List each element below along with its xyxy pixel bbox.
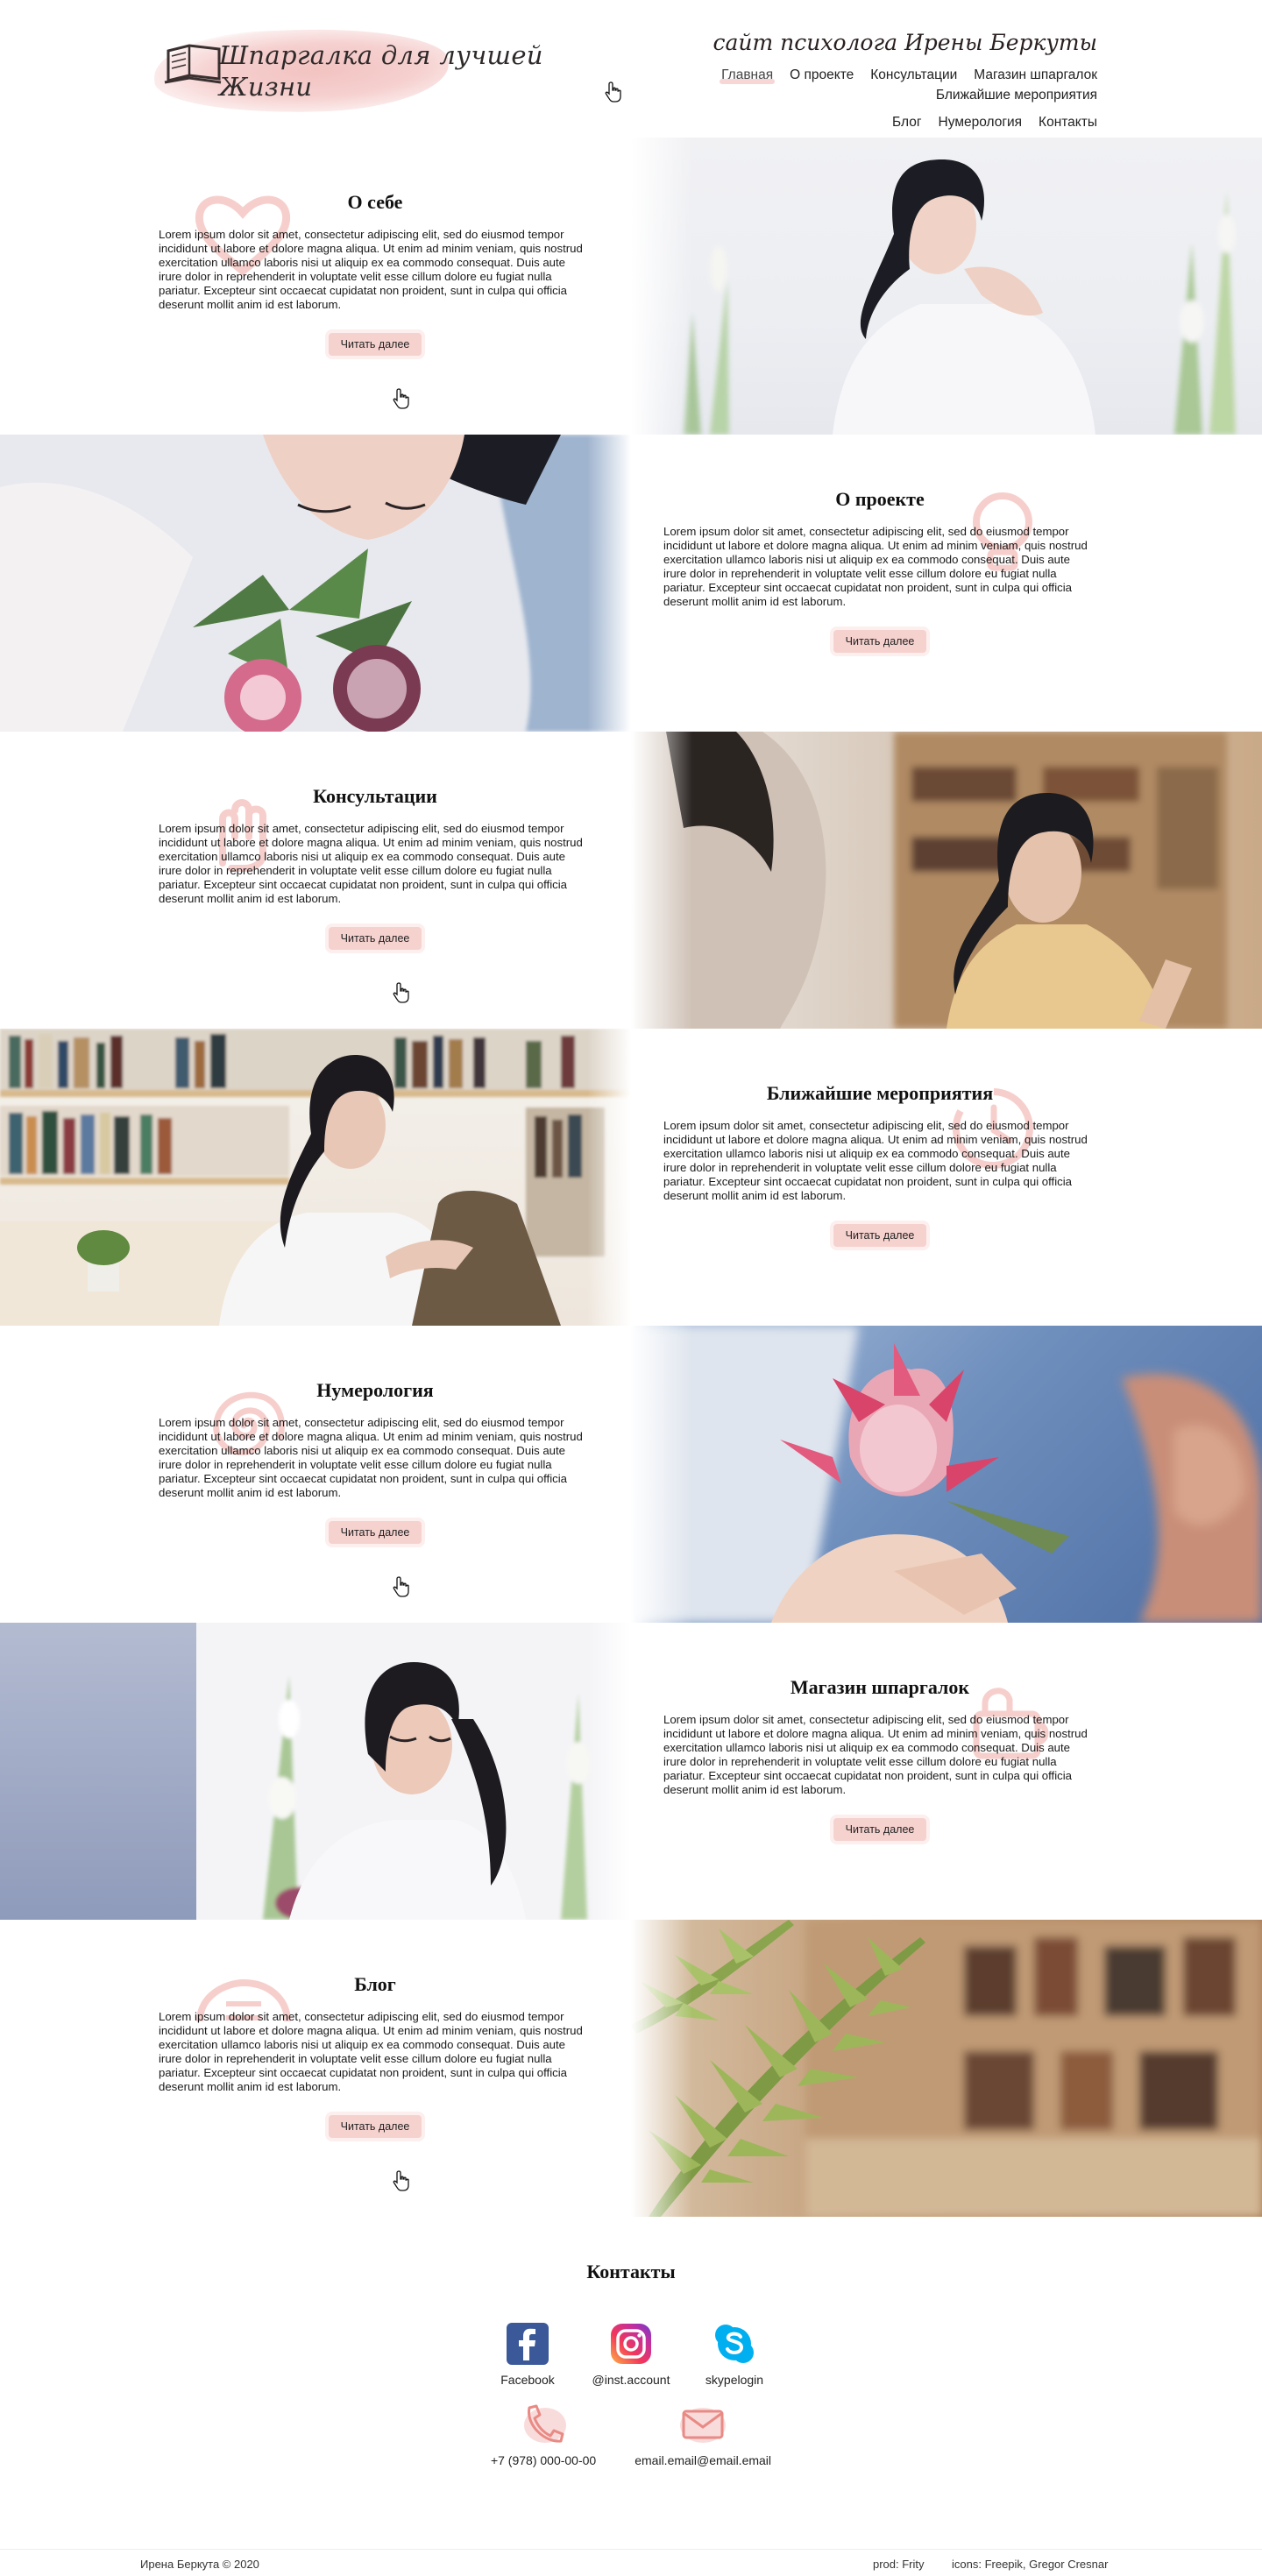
section-consultations: Консультации Lorem ipsum dolor sit amet,…: [0, 732, 1262, 1029]
photo-fern-bookshelf: [631, 1920, 1262, 2217]
footer-copyright: Ирена Беркута © 2020: [140, 2558, 259, 2571]
nav-item-home[interactable]: Главная: [720, 68, 776, 84]
section-about-me: О себе Lorem ipsum dolor sit amet, conse…: [0, 138, 1262, 435]
read-more-button[interactable]: Читать далее: [328, 333, 422, 356]
section-events: Ближайшие мероприятия Lorem ipsum dolor …: [0, 1029, 1262, 1326]
section-numerology: Нумерология Lorem ipsum dolor sit amet, …: [0, 1326, 1262, 1623]
section-blog: Блог Lorem ipsum dolor sit amet, consect…: [0, 1920, 1262, 2217]
instagram-icon[interactable]: [609, 2322, 653, 2366]
section-text: Lorem ipsum dolor sit amet, consectetur …: [159, 2010, 583, 2093]
site-tagline: сайт психолога Ирены Беркуты: [713, 30, 1097, 55]
nav-item-consultations[interactable]: Консультации: [870, 68, 957, 82]
section-text-block: О себе Lorem ipsum dolor sit amet, conse…: [0, 138, 631, 435]
photo-woman-portrait-flowers: [631, 138, 1262, 435]
hand-cursor-icon: [605, 81, 621, 103]
site-header: Шпаргалка для лучшей Жизни сайт психолог…: [0, 0, 1262, 138]
nav-item-events[interactable]: Ближайшие мероприятия: [936, 88, 1097, 103]
skype-label[interactable]: skypelogin: [705, 2373, 763, 2387]
read-more-button[interactable]: Читать далее: [328, 927, 422, 950]
contacts-title: Контакты: [586, 2261, 676, 2282]
hand-cursor-icon: [393, 2170, 409, 2191]
email-address[interactable]: email.email@email.email: [635, 2453, 771, 2467]
read-more-button[interactable]: Читать далее: [328, 1521, 422, 1544]
email-icon: [680, 2408, 727, 2443]
social-skype[interactable]: skypelogin: [683, 2322, 786, 2387]
photo-illustration: [0, 1623, 631, 1920]
footer-producer[interactable]: prod: Frity: [873, 2558, 925, 2571]
photo-hands-holding-protea: [631, 1326, 1262, 1623]
section-title: Нумерология: [316, 1379, 434, 1401]
section-text-block: Магазин шпаргалок Lorem ipsum dolor sit …: [631, 1623, 1262, 1920]
section-title: Консультации: [313, 785, 437, 807]
contact-email[interactable]: email.email@email.email: [635, 2401, 771, 2467]
section-title: Ближайшие мероприятия: [766, 1082, 994, 1104]
footer-icon-credits: icons: Freepik, Gregor Cresnar: [952, 2558, 1109, 2571]
nav-item-numerology[interactable]: Нумерология: [939, 116, 1023, 130]
section-title: Магазин шпаргалок: [790, 1676, 970, 1698]
photo-consultation-conversation: [631, 732, 1262, 1029]
instagram-label[interactable]: @inst.account: [592, 2373, 670, 2387]
section-text-block: Ближайшие мероприятия Lorem ipsum dolor …: [631, 1029, 1262, 1326]
section-text: Lorem ipsum dolor sit amet, consectetur …: [159, 1416, 583, 1499]
section-text-block: О проекте Lorem ipsum dolor sit amet, co…: [631, 435, 1262, 732]
section-shop: Магазин шпаргалок Lorem ipsum dolor sit …: [0, 1623, 1262, 1920]
contacts-section: Контакты Facebook @inst.account skypelog…: [0, 2217, 1262, 2541]
section-text: Lorem ipsum dolor sit amet, consectetur …: [159, 822, 583, 905]
social-links: Facebook @inst.account skypelogin: [0, 2322, 1262, 2387]
contact-phone[interactable]: +7 (978) 000-00-00: [491, 2401, 596, 2467]
section-text: Lorem ipsum dolor sit amet, consectetur …: [663, 1119, 1088, 1202]
nav-item-contacts[interactable]: Контакты: [1039, 116, 1097, 130]
photo-illustration: [0, 435, 631, 732]
phone-icon: [524, 2404, 567, 2443]
social-facebook[interactable]: Facebook: [476, 2322, 579, 2387]
nav-item-shop[interactable]: Магазин шпаргалок: [974, 68, 1097, 82]
section-about-project: О проекте Lorem ipsum dolor sit amet, co…: [0, 435, 1262, 732]
read-more-button[interactable]: Читать далее: [833, 630, 927, 653]
section-title: Блог: [354, 1973, 396, 1995]
photo-illustration: [684, 159, 1236, 435]
read-more-button[interactable]: Читать далее: [833, 1224, 927, 1247]
site-logo[interactable]: Шпаргалка для лучшей Жизни: [152, 23, 542, 119]
facebook-label[interactable]: Facebook: [500, 2373, 554, 2387]
main-nav: Главная О проекте Консультации Магазин ш…: [554, 68, 1097, 129]
photo-woman-smelling-protea: [0, 435, 631, 732]
photo-woman-in-library: [0, 1029, 631, 1326]
section-text-block: Консультации Lorem ipsum dolor sit amet,…: [0, 732, 631, 1029]
photo-illustration: [631, 1326, 1262, 1623]
phone-number[interactable]: +7 (978) 000-00-00: [491, 2453, 596, 2467]
section-text-block: Нумерология Lorem ipsum dolor sit amet, …: [0, 1326, 631, 1623]
nav-item-about-project[interactable]: О проекте: [790, 68, 854, 82]
hand-cursor-icon: [393, 1576, 409, 1597]
hand-cursor-icon: [393, 388, 409, 409]
read-more-button[interactable]: Читать далее: [328, 2115, 422, 2138]
facebook-icon[interactable]: [506, 2322, 549, 2366]
photo-illustration: [631, 732, 1227, 1029]
logo-text-line1: Шпаргалка для лучшей: [219, 40, 543, 70]
read-more-button[interactable]: Читать далее: [833, 1818, 927, 1841]
section-title: О проекте: [835, 488, 925, 510]
section-text: Lorem ipsum dolor sit amet, consectetur …: [663, 525, 1088, 608]
photo-illustration: [631, 1920, 1262, 2217]
nav-item-blog[interactable]: Блог: [892, 116, 922, 130]
skype-icon[interactable]: [713, 2322, 756, 2366]
logo-text-line2: Жизни: [219, 72, 313, 102]
social-instagram[interactable]: @inst.account: [579, 2322, 683, 2387]
section-text-block: Блог Lorem ipsum dolor sit amet, consect…: [0, 1920, 631, 2217]
photo-illustration: [0, 1029, 631, 1326]
book-icon: [164, 44, 222, 84]
section-text: Lorem ipsum dolor sit amet, consectetur …: [159, 228, 583, 311]
hand-cursor-icon: [393, 982, 409, 1003]
photo-woman-smiling-flowers: [0, 1623, 631, 1920]
site-footer: Ирена Беркута © 2020 prod: Frity icons: …: [0, 2549, 1262, 2576]
section-text: Lorem ipsum dolor sit amet, consectetur …: [663, 1713, 1088, 1796]
section-title: О себе: [347, 191, 403, 213]
contact-details: +7 (978) 000-00-00 email.email@email.ema…: [0, 2401, 1262, 2467]
